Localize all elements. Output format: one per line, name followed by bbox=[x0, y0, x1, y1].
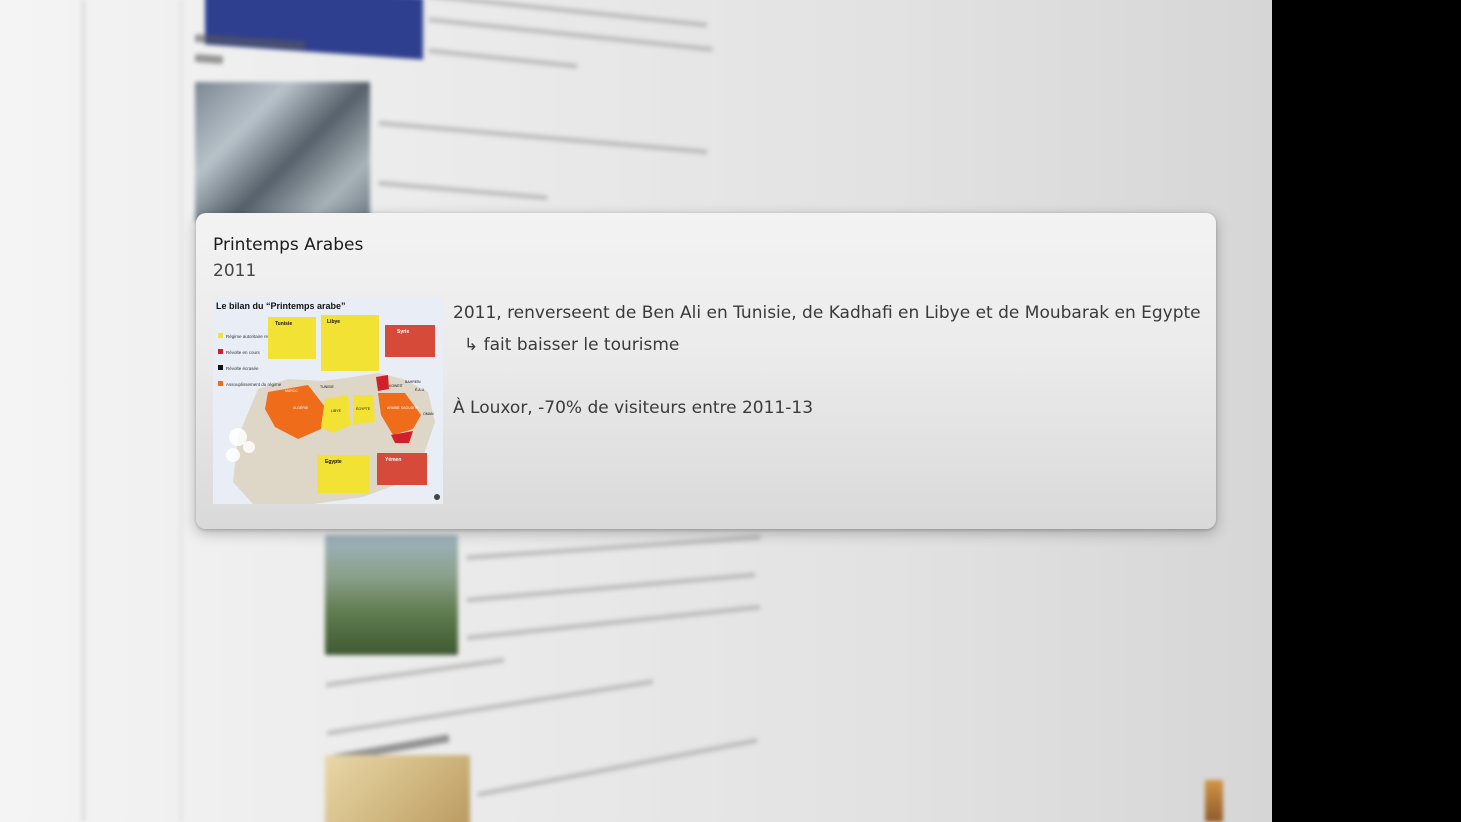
background-text bbox=[466, 604, 761, 641]
country-label: LIBYE bbox=[331, 409, 342, 413]
background-text bbox=[466, 572, 756, 603]
legend-label: Révolte écrasée bbox=[226, 366, 259, 371]
background-text bbox=[378, 120, 708, 155]
box-title: Yémen bbox=[385, 457, 401, 463]
page-edge bbox=[180, 0, 182, 822]
map-heading: Le bilan du “Printemps arabe” bbox=[216, 301, 346, 311]
country-label: TUNISIE bbox=[320, 385, 334, 389]
background-text bbox=[378, 180, 548, 201]
viewer-stage: Printemps Arabes 2011 Le bilan du “Print… bbox=[0, 0, 1272, 822]
background-photo bbox=[325, 535, 458, 655]
card-text-subline: ↳ fait baisser le tourisme bbox=[464, 335, 680, 355]
background-text bbox=[466, 534, 761, 561]
legend-label: Révolte en cours bbox=[226, 350, 261, 355]
box-title: Libye bbox=[327, 319, 340, 325]
card-title: Printemps Arabes bbox=[213, 235, 364, 255]
country-label: ARABIE SAOUDITE bbox=[387, 406, 419, 410]
background-photo bbox=[195, 82, 370, 222]
country-label: É.A.U. bbox=[415, 387, 425, 392]
country-label: ALGÉRIE bbox=[293, 405, 309, 410]
legend-label: Assouplissement du régime bbox=[226, 382, 282, 387]
card-text-line: 2011, renverseent de Ben Ali en Tunisie,… bbox=[453, 303, 1201, 323]
card-year: 2011 bbox=[213, 261, 257, 281]
arab-spring-map-image: Le bilan du “Printemps arabe” Régime aut… bbox=[213, 297, 443, 504]
box-title: Syrie bbox=[397, 329, 409, 335]
card-text-line: À Louxor, -70% de visiteurs entre 2011-1… bbox=[453, 398, 814, 418]
country-label: KOWEÏT bbox=[389, 384, 404, 388]
country-label: ÉGYPTE bbox=[356, 406, 371, 411]
letterbox-bar bbox=[1272, 0, 1461, 822]
box-title: Tunisie bbox=[275, 321, 292, 327]
country-label: OMAN bbox=[423, 412, 434, 416]
country-label: MAROC bbox=[285, 389, 299, 393]
background-text bbox=[428, 48, 578, 69]
background-text bbox=[477, 737, 758, 798]
background-text bbox=[325, 657, 505, 688]
background-text bbox=[326, 679, 654, 736]
background-photo bbox=[1205, 780, 1223, 822]
background-heading bbox=[194, 54, 224, 64]
box-title: Egypte bbox=[325, 459, 342, 465]
background-photo bbox=[325, 755, 470, 822]
background-banner bbox=[205, 0, 423, 60]
country-label: BAHREÏN bbox=[405, 380, 421, 384]
page-edge bbox=[82, 0, 85, 822]
event-card[interactable]: Printemps Arabes 2011 Le bilan du “Print… bbox=[196, 213, 1216, 529]
